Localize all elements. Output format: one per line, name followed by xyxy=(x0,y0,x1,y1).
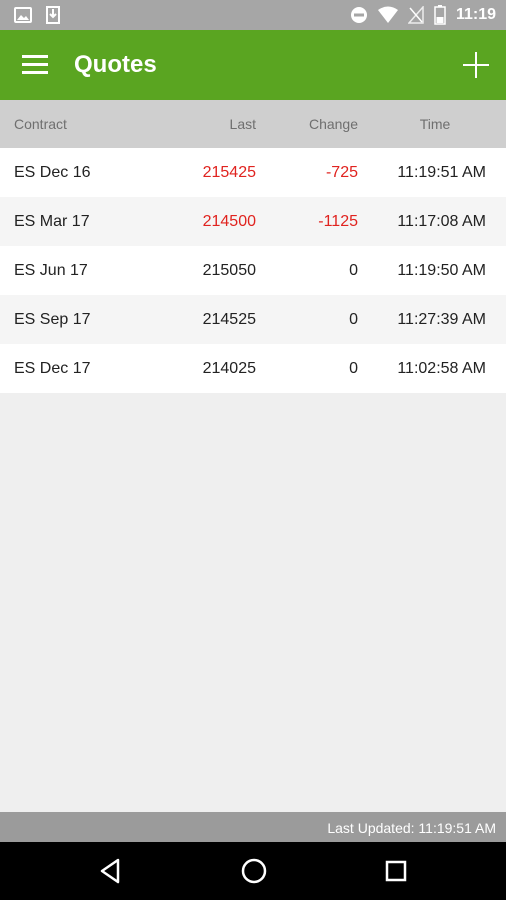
cell-last: 214025 xyxy=(202,359,256,377)
back-icon[interactable] xyxy=(96,856,126,886)
recents-icon[interactable] xyxy=(381,856,411,886)
cell-last: 214500 xyxy=(202,212,256,230)
no-signal-icon xyxy=(407,6,424,24)
cell-time: 11:02:58 AM xyxy=(397,359,486,377)
header-contract[interactable]: Contract xyxy=(14,100,164,148)
cell-change: 0 xyxy=(349,359,358,377)
table-header: Contract Last Change Time xyxy=(0,100,506,148)
cell-contract: ES Jun 17 xyxy=(14,261,88,279)
menu-icon[interactable] xyxy=(22,54,48,76)
table-row[interactable]: ES Jun 17 215050 0 11:19:50 AM xyxy=(0,246,506,295)
quotes-table: ES Dec 16 215425 -725 11:19:51 AM ES Mar… xyxy=(0,148,506,393)
wifi-icon xyxy=(377,6,398,23)
cell-time: 11:17:08 AM xyxy=(397,212,486,230)
table-row[interactable]: ES Dec 16 215425 -725 11:19:51 AM xyxy=(0,148,506,197)
status-left xyxy=(14,6,60,24)
add-icon[interactable] xyxy=(462,51,490,79)
last-updated-bar: Last Updated: 11:19:51 AM xyxy=(0,812,506,842)
cell-contract: ES Sep 17 xyxy=(14,310,91,328)
cell-change: 0 xyxy=(349,261,358,279)
status-time: 11:19 xyxy=(455,6,496,23)
cell-change: -725 xyxy=(325,163,358,181)
battery-icon xyxy=(434,5,446,25)
cell-time: 11:19:51 AM xyxy=(397,163,486,181)
table-row[interactable]: ES Mar 17 214500 -1125 11:17:08 AM xyxy=(0,197,506,246)
cell-last: 215425 xyxy=(202,163,256,181)
header-time[interactable]: Time xyxy=(390,100,480,148)
status-bar: 11:19 xyxy=(0,0,506,30)
download-icon xyxy=(46,6,60,24)
app-bar: Quotes xyxy=(0,30,506,100)
last-updated-text: Last Updated: 11:19:51 AM xyxy=(327,820,496,836)
cell-time: 11:27:39 AM xyxy=(397,310,486,328)
status-right: 11:19 xyxy=(350,5,496,25)
navigation-bar xyxy=(0,842,506,900)
cell-contract: ES Dec 16 xyxy=(14,163,91,181)
image-icon xyxy=(14,7,32,23)
do-not-disturb-icon xyxy=(350,7,367,23)
cell-contract: ES Mar 17 xyxy=(14,212,90,230)
cell-change: -1125 xyxy=(318,212,358,230)
home-icon[interactable] xyxy=(239,856,269,886)
quotes-screen: 11:19 Quotes Contract Last Change Time E… xyxy=(0,0,506,900)
cell-last: 214525 xyxy=(202,310,256,328)
table-row[interactable]: ES Sep 17 214525 0 11:27:39 AM xyxy=(0,295,506,344)
cell-change: 0 xyxy=(349,310,358,328)
table-row[interactable]: ES Dec 17 214025 0 11:02:58 AM xyxy=(0,344,506,393)
header-change[interactable]: Change xyxy=(262,100,358,148)
cell-time: 11:19:50 AM xyxy=(397,261,486,279)
page-title: Quotes xyxy=(74,51,157,78)
cell-last: 215050 xyxy=(202,261,256,279)
cell-contract: ES Dec 17 xyxy=(14,359,91,377)
header-last[interactable]: Last xyxy=(160,100,256,148)
